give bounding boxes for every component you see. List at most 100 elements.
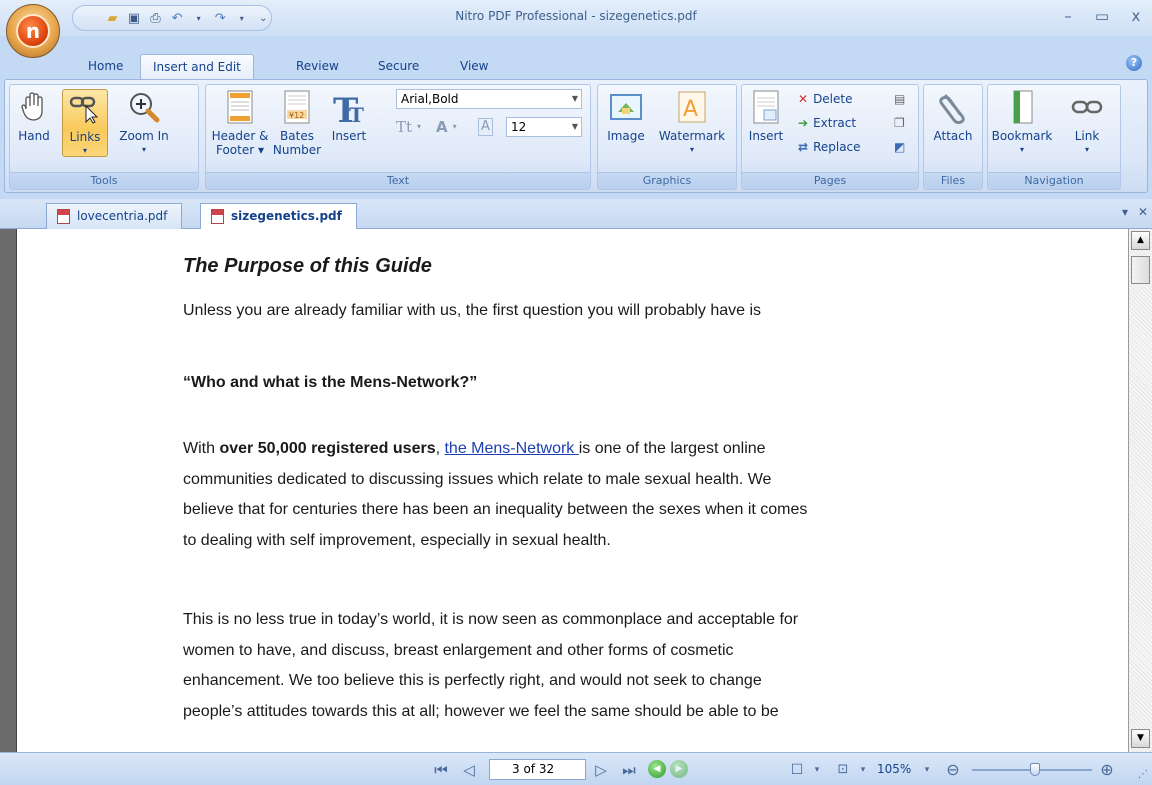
link-label: Link (1074, 129, 1100, 143)
close-tab-icon[interactable]: ✕ (1138, 205, 1148, 219)
tab-insert-and-edit[interactable]: Insert and Edit (140, 54, 254, 80)
fit-dropdown-icon[interactable]: ▾ (854, 762, 872, 778)
doc-line: This is no less true in today’s world, i… (183, 611, 799, 628)
doc-text-run: is one of the largest online (578, 440, 766, 457)
delete-icon: ✕ (798, 92, 809, 106)
replace-icon: ⇄ (798, 140, 809, 154)
attach-label: Attach (933, 129, 973, 143)
doc-line: enhancement. We too believe this is perf… (183, 672, 762, 689)
fit-width-icon[interactable]: ⊡ (834, 762, 852, 778)
insert-page-label: Insert (748, 129, 784, 143)
header-footer-label-1: Header & (211, 129, 269, 143)
watermark-button[interactable]: A Watermark ▾ (654, 89, 730, 157)
attach-button[interactable]: Attach (928, 89, 978, 143)
header-footer-icon (222, 89, 258, 125)
document-viewport[interactable]: The Purpose of this Guide Unless you are… (0, 229, 1128, 752)
single-page-view-icon[interactable]: ☐ (788, 762, 806, 778)
doc-tab-sizegenetics[interactable]: sizegenetics.pdf (200, 203, 357, 230)
go-back-icon[interactable]: ◀ (648, 760, 666, 778)
replace-label: Replace (813, 140, 861, 154)
bates-label-2: Number (272, 143, 322, 157)
rotate-page-button[interactable]: ▤ (894, 89, 905, 109)
chevron-down-icon: ▼ (571, 94, 578, 103)
bates-label-1: Bates (280, 129, 314, 143)
paperclip-icon (935, 89, 971, 125)
delete-page-button[interactable]: ✕ Delete (798, 89, 853, 109)
tab-review[interactable]: Review (284, 54, 351, 80)
tab-secure[interactable]: Secure (366, 54, 431, 80)
header-footer-label-2: Footer ▾ (215, 143, 265, 157)
document-tab-strip: lovecentria.pdf sizegenetics.pdf (0, 199, 1152, 230)
previous-page-icon[interactable]: ◁ (460, 762, 478, 778)
zoom-in-label: Zoom In (119, 129, 169, 143)
extract-label: Extract (813, 116, 857, 130)
doc-paragraph-1: Unless you are already familiar with us,… (183, 302, 762, 319)
close-button[interactable]: x (1124, 6, 1148, 26)
vertical-scrollbar[interactable]: ▲ ▼ (1128, 229, 1152, 752)
doc-paragraph-3: With over 50,000 registered users, the M… (183, 434, 983, 556)
group-label-navigation: Navigation (988, 172, 1120, 189)
group-label-files: Files (924, 172, 982, 189)
insert-text-button[interactable]: TT Insert (324, 89, 374, 143)
image-label: Image (607, 129, 645, 143)
tab-view[interactable]: View (448, 54, 500, 80)
resize-grip-icon[interactable]: ⋰ (1134, 767, 1152, 783)
scroll-down-icon[interactable]: ▼ (1131, 729, 1150, 748)
zoom-in-icon[interactable]: ⊕ (1098, 762, 1116, 778)
nitro-logo-icon: n (16, 14, 50, 48)
group-files: Attach Files (923, 84, 983, 190)
maximize-button[interactable]: ▭ (1090, 6, 1114, 26)
group-label-graphics: Graphics (598, 172, 736, 189)
bookmark-label: Bookmark (991, 129, 1053, 143)
scroll-thumb[interactable] (1131, 256, 1150, 284)
image-button[interactable]: Image (602, 89, 650, 143)
last-page-icon[interactable]: ⏭ (620, 762, 638, 778)
svg-text:T: T (349, 103, 364, 124)
header-footer-button[interactable]: Header & Footer ▾ (210, 89, 270, 157)
bates-number-button[interactable]: ¥12 Bates Number (272, 89, 322, 157)
ribbon: Hand Links ▾ Zoom In ▾ Tools Header & Fo… (4, 79, 1148, 193)
text-size-button[interactable]: Tt ▾ (396, 117, 421, 137)
duplicate-page-icon: ❐ (894, 116, 905, 130)
scroll-up-icon[interactable]: ▲ (1131, 231, 1150, 250)
text-fit-icon: A (478, 118, 493, 136)
text-color-button[interactable]: A ▾ (436, 117, 457, 137)
zoom-out-icon[interactable]: ⊖ (944, 762, 962, 778)
font-size-select[interactable]: 12 ▼ (506, 117, 582, 137)
link-button[interactable]: Link ▾ (1062, 89, 1112, 157)
zoom-level[interactable]: 105% (877, 762, 911, 776)
zoom-slider-thumb[interactable] (1030, 763, 1040, 776)
zoom-in-button[interactable]: Zoom In ▾ (116, 89, 172, 157)
group-label-pages: Pages (742, 172, 918, 189)
text-fit-button[interactable]: A (478, 117, 493, 137)
doc-line: women to have, and discuss, breast enlar… (183, 641, 734, 659)
link-cursor-icon (67, 90, 103, 126)
insert-page-button[interactable]: Insert (746, 89, 786, 143)
bookmark-button[interactable]: Bookmark ▾ (990, 89, 1054, 157)
group-text: Header & Footer ▾ ¥12 Bates Number TT In… (205, 84, 591, 190)
view-dropdown-icon[interactable]: ▾ (808, 762, 826, 778)
replace-page-button[interactable]: ⇄ Replace (798, 137, 861, 157)
tab-home[interactable]: Home (76, 54, 135, 80)
font-family-select[interactable]: Arial,Bold ▼ (396, 89, 582, 109)
next-page-icon[interactable]: ▷ (592, 762, 610, 778)
delete-label: Delete (813, 92, 853, 106)
duplicate-page-button[interactable]: ❐ (894, 113, 905, 133)
crop-page-button[interactable]: ◩ (894, 137, 905, 157)
help-icon[interactable]: ? (1126, 55, 1142, 71)
extract-page-button[interactable]: ➔ Extract (798, 113, 856, 133)
go-forward-icon[interactable]: ▶ (670, 760, 688, 778)
links-tool-button[interactable]: Links ▾ (62, 89, 108, 157)
doc-heading: The Purpose of this Guide (183, 255, 432, 277)
first-page-icon[interactable]: ⏮ (432, 762, 450, 778)
text-size-icon: Tt (396, 118, 413, 136)
app-menu-button[interactable]: n (6, 4, 60, 58)
mens-network-link[interactable]: the Mens-Network (444, 440, 578, 457)
hand-tool-button[interactable]: Hand (14, 89, 54, 143)
zoom-dropdown-icon[interactable]: ▾ (918, 762, 936, 778)
minimize-button[interactable]: – (1056, 6, 1080, 26)
doc-tab-lovecentria[interactable]: lovecentria.pdf (46, 203, 183, 229)
watermark-icon: A (674, 89, 710, 125)
page-number-field[interactable]: 3 of 32 (489, 759, 586, 780)
tab-list-icon[interactable]: ▾ (1122, 205, 1128, 219)
